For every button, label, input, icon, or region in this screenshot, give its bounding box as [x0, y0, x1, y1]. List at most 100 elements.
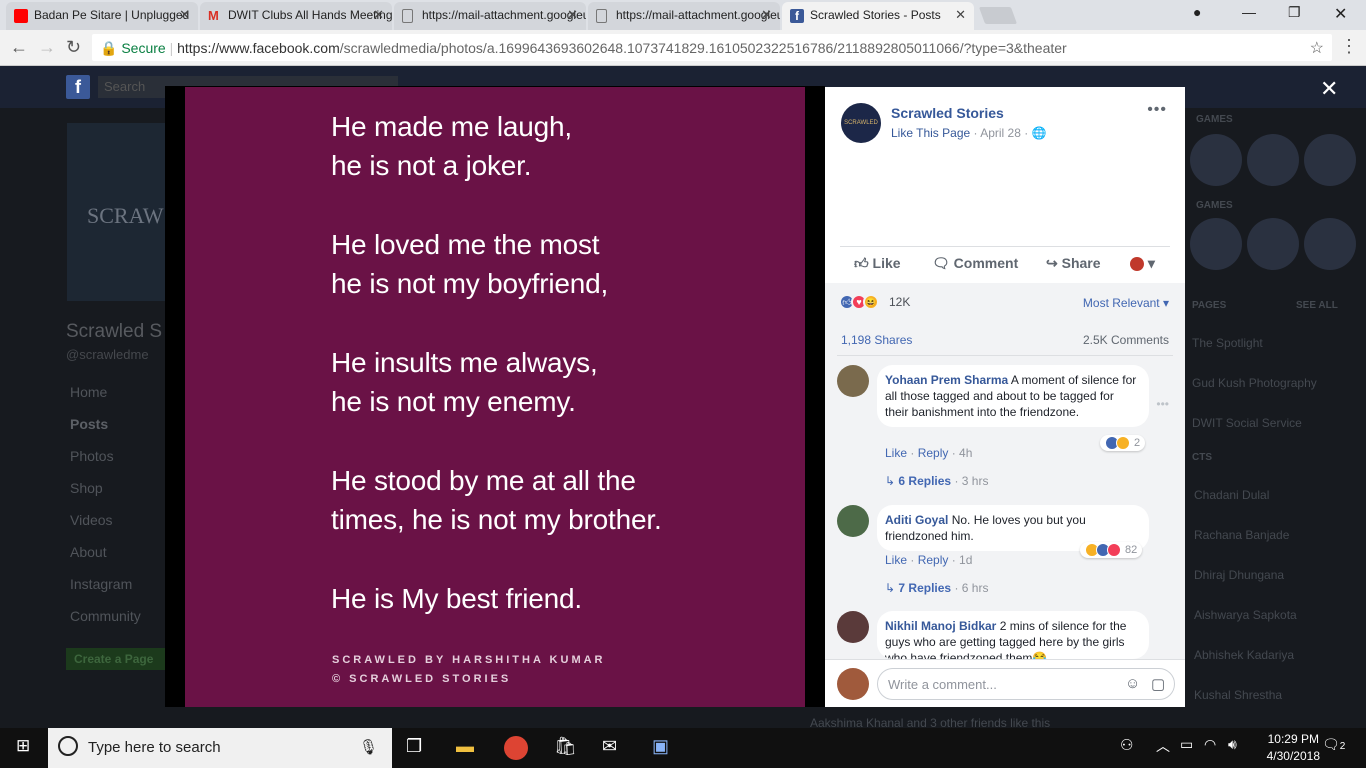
chrome-menu-icon[interactable]: ⋮ — [1340, 36, 1358, 57]
nav-photos[interactable]: Photos — [70, 448, 114, 464]
contact-item[interactable]: Chadani Dulal — [1194, 488, 1269, 502]
chrome-taskbar-icon[interactable] — [504, 736, 528, 760]
chevron-up-icon[interactable]: ︿ — [1156, 736, 1170, 756]
like-page-link[interactable]: Like This Page — [891, 126, 970, 140]
windows-start-icon[interactable]: ⊞ — [16, 736, 30, 756]
forward-icon[interactable]: → — [38, 37, 56, 58]
taskbar-search[interactable]: Type here to search 🎙︎ — [48, 728, 392, 768]
minimize-icon[interactable]: — — [1242, 4, 1256, 20]
nav-instagram[interactable]: Instagram — [70, 576, 132, 592]
nav-community[interactable]: Community — [70, 608, 141, 624]
game-thumb[interactable] — [1304, 218, 1356, 270]
store-icon[interactable]: 🛍︎ — [554, 736, 577, 757]
create-page-button[interactable]: Create a Page — [66, 648, 166, 670]
profile-icon[interactable]: ● — [1193, 4, 1201, 20]
suggested-page[interactable]: Gud Kush Photography — [1192, 376, 1317, 390]
game-thumb[interactable] — [1247, 134, 1299, 186]
post-as-selector[interactable]: ▾ — [1130, 255, 1155, 272]
comment-reply-link[interactable]: Reply — [918, 553, 949, 567]
close-theater-icon[interactable]: ✕ — [1320, 76, 1338, 102]
contact-item[interactable]: Aishwarya Sapkota — [1194, 608, 1297, 622]
commenter-name[interactable]: Yohaan Prem Sharma — [885, 373, 1008, 387]
comment-like-link[interactable]: Like — [885, 446, 907, 460]
replies-row[interactable]: ↳ 6 Replies · 3 hrs — [885, 474, 988, 488]
volume-icon[interactable]: 🔊︎ — [1228, 736, 1237, 753]
close-tab-icon[interactable]: ✕ — [179, 7, 190, 23]
page-avatar[interactable]: SCRAWLED — [841, 103, 881, 143]
see-all-link[interactable]: SEE ALL — [1296, 300, 1338, 311]
new-tab-button[interactable] — [978, 7, 1018, 24]
photos-app-icon[interactable]: ▣ — [652, 736, 669, 757]
commenter-name[interactable]: Nikhil Manoj Bidkar — [885, 619, 996, 633]
tab-attachment-1[interactable]: https://mail-attachment.googleuserconten… — [394, 2, 586, 30]
commenter-name[interactable]: Aditi Goyal — [885, 513, 948, 527]
tab-youtube[interactable]: Badan Pe Sitare | Unplugged ✕ — [6, 2, 198, 30]
contact-item[interactable]: Kushal Shrestha — [1194, 688, 1282, 702]
suggested-page[interactable]: DWIT Social Service — [1192, 416, 1302, 430]
tab-gmail[interactable]: M DWIT Clubs All Hands Meeting ✕ — [200, 2, 392, 30]
bookmark-star-icon[interactable]: ☆ — [1310, 38, 1324, 58]
suggested-page[interactable]: The Spotlight — [1192, 336, 1263, 350]
replies-link[interactable]: 6 Replies — [898, 474, 951, 488]
contact-item[interactable]: Rachana Banjade — [1194, 528, 1289, 542]
comments-count-link[interactable]: 2.5K Comments — [1083, 333, 1169, 347]
nav-shop[interactable]: Shop — [70, 480, 103, 496]
tab-facebook[interactable]: f Scrawled Stories - Posts ✕ — [782, 2, 974, 30]
system-clock[interactable]: 10:29 PM 4/30/2018 — [1267, 731, 1320, 765]
avatar[interactable] — [837, 611, 869, 643]
maximize-icon[interactable]: ❐ — [1288, 4, 1301, 21]
emoji-icon[interactable]: ☺ — [1125, 675, 1140, 692]
nav-videos[interactable]: Videos — [70, 512, 113, 528]
game-thumb[interactable] — [1190, 218, 1242, 270]
post-date[interactable]: April 28 — [980, 126, 1021, 140]
post-photo[interactable]: He made me laugh, he is not a joker. He … — [185, 87, 805, 707]
comment-like-link[interactable]: Like — [885, 553, 907, 567]
reload-icon[interactable]: ↻ — [66, 37, 81, 58]
nav-home[interactable]: Home — [70, 384, 107, 400]
game-thumb[interactable] — [1247, 218, 1299, 270]
wifi-icon[interactable]: ◠ — [1204, 736, 1216, 753]
comment-time[interactable]: 1d — [959, 553, 972, 567]
microphone-icon[interactable]: 🎙︎ — [359, 738, 378, 756]
comment-reactions[interactable]: 2 — [1100, 435, 1146, 451]
nav-about[interactable]: About — [70, 544, 107, 560]
sort-dropdown[interactable]: Most Relevant ▾ — [1083, 296, 1169, 310]
share-button[interactable]: ↪ Share — [1046, 255, 1101, 272]
close-tab-icon[interactable]: ✕ — [567, 7, 578, 23]
nav-posts[interactable]: Posts — [70, 416, 108, 432]
comment-button[interactable]: 🗨︎ Comment — [932, 255, 1018, 272]
replies-row[interactable]: ↳ 7 Replies · 6 hrs — [885, 581, 988, 595]
battery-icon[interactable]: ▭ — [1180, 736, 1193, 753]
tab-attachment-2[interactable]: https://mail-attachment.googleuserconten… — [588, 2, 780, 30]
contact-item[interactable]: Dhiraj Dhungana — [1194, 568, 1284, 582]
close-tab-icon[interactable]: ✕ — [373, 7, 384, 23]
facebook-logo-icon[interactable]: f — [66, 75, 90, 99]
avatar[interactable] — [837, 365, 869, 397]
file-explorer-icon[interactable]: ▬ — [456, 736, 474, 757]
task-view-icon[interactable]: ❐ — [406, 736, 422, 757]
game-thumb[interactable] — [1190, 134, 1242, 186]
comment-reactions[interactable]: 82 — [1080, 542, 1143, 558]
game-thumb[interactable] — [1304, 134, 1356, 186]
comment-time[interactable]: 4h — [959, 446, 972, 460]
close-tab-icon[interactable]: ✕ — [761, 7, 772, 23]
sticker-icon[interactable]: ▢ — [1151, 675, 1165, 693]
people-icon[interactable]: ⚇ — [1120, 736, 1133, 754]
like-button[interactable]: 👍︎ Like — [854, 255, 901, 272]
shares-link[interactable]: 1,198 Shares — [841, 333, 912, 347]
close-window-icon[interactable]: ✕ — [1334, 4, 1347, 24]
reaction-icons[interactable]: 👍︎ ♥ 😆 — [839, 294, 879, 310]
notifications-icon[interactable]: 🗨︎2 — [1322, 736, 1345, 753]
close-tab-icon[interactable]: ✕ — [955, 7, 966, 23]
replies-link[interactable]: 7 Replies — [898, 581, 951, 595]
page-title-link[interactable]: Scrawled Stories — [891, 105, 1004, 121]
contact-item[interactable]: Abhishek Kadariya — [1194, 648, 1294, 662]
more-options-icon[interactable]: ••• — [1147, 101, 1167, 119]
avatar[interactable] — [837, 505, 869, 537]
back-icon[interactable]: ← — [10, 37, 28, 58]
reaction-count[interactable]: 12K — [889, 295, 910, 309]
url-input[interactable]: 🔒 Secure | https://www.facebook.com/scra… — [92, 34, 1332, 61]
comment-options-icon[interactable]: ••• — [1156, 397, 1169, 411]
comment-reply-link[interactable]: Reply — [918, 446, 949, 460]
mail-icon[interactable]: ✉ — [602, 736, 617, 757]
